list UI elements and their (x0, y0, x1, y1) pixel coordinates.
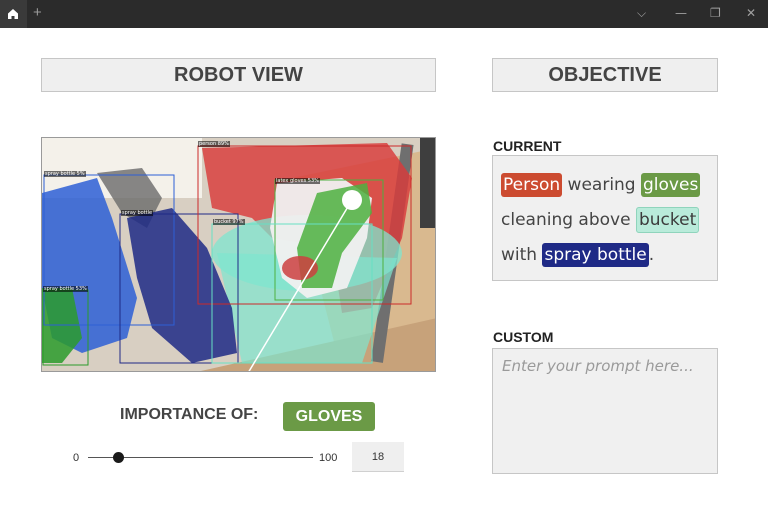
close-button[interactable]: ✕ (746, 6, 756, 20)
token-text: . (648, 245, 655, 265)
custom-prompt-input[interactable] (492, 348, 718, 474)
token-text: wearing (562, 175, 642, 195)
token-text: cleaning above (501, 210, 636, 230)
detection-label: latex gloves 53% (275, 178, 320, 184)
title-bar: + ⌵ — ❐ ✕ (0, 0, 768, 28)
robot-view-header: ROBOT VIEW (41, 58, 436, 92)
detection-label: spray bottle 5% (44, 171, 86, 177)
slider-max-label: 100 (319, 452, 338, 464)
attention-point[interactable] (342, 190, 362, 210)
importance-slider-thumb[interactable] (113, 452, 124, 463)
new-tab-button[interactable]: + (33, 5, 42, 21)
token-person[interactable]: Person (501, 173, 563, 197)
importance-value-field[interactable]: 18 (352, 442, 404, 472)
slider-min-label: 0 (73, 452, 80, 464)
minimize-button[interactable]: — (675, 6, 687, 20)
detection-label: spray bottle (121, 210, 154, 216)
objective-header: OBJECTIVE (492, 58, 718, 92)
token-gloves[interactable]: gloves (641, 173, 701, 197)
importance-target-badge: GLOVES (283, 402, 375, 431)
home-icon (8, 9, 18, 19)
segmentation-overlay (42, 138, 435, 371)
chevron-down-icon[interactable]: ⌵ (637, 6, 646, 20)
home-tab[interactable] (0, 0, 27, 28)
token-text: with (501, 245, 543, 265)
restore-button[interactable]: ❐ (710, 6, 721, 20)
detection-label: person 89% (198, 141, 230, 147)
token-bucket[interactable]: bucket (635, 207, 700, 233)
current-title: CURRENT (493, 138, 562, 154)
importance-label: IMPORTANCE OF: (120, 406, 259, 423)
detection-label: bucket 97% (213, 219, 245, 225)
robot-camera-view[interactable]: person 89% spray bottle 5% spray bottle … (41, 137, 436, 372)
custom-title: CUSTOM (493, 329, 554, 345)
detection-label: spray bottle 53% (43, 286, 88, 292)
current-objective-text: Person wearing gloves cleaning above buc… (492, 155, 718, 281)
token-spray-bottle[interactable]: spray bottle (542, 243, 649, 267)
